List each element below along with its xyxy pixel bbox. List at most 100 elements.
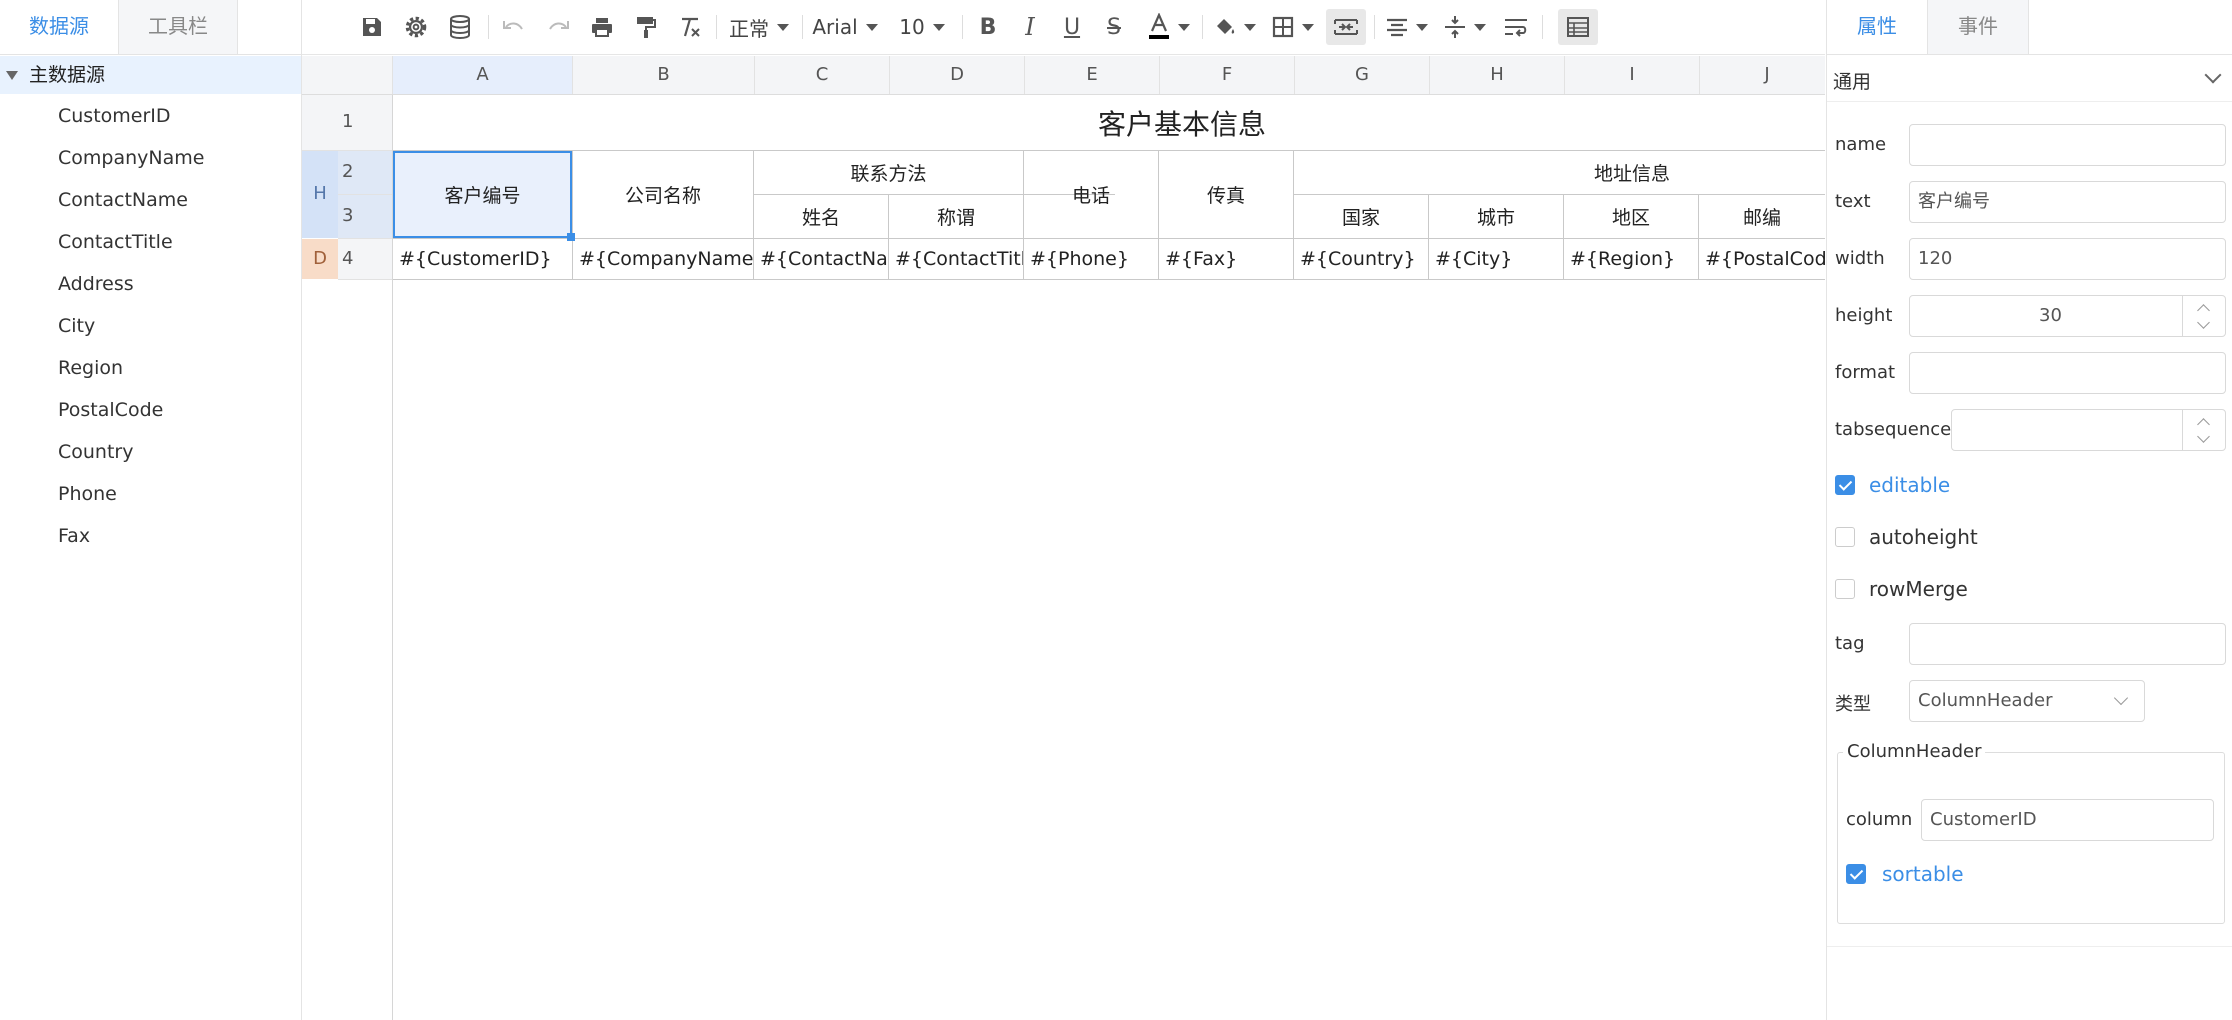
editable-checkbox[interactable] [1835, 475, 1855, 495]
cell-i4[interactable]: #{Region} [1564, 239, 1698, 279]
save-icon[interactable] [354, 9, 390, 45]
cell-j3[interactable]: 邮编 [1699, 195, 1825, 238]
select-all-corner[interactable] [302, 56, 393, 94]
tab-properties[interactable]: 属性 [1827, 0, 1927, 54]
sortable-label[interactable]: sortable [1882, 862, 1964, 886]
font-color-icon[interactable] [1144, 9, 1194, 45]
chevron-up-icon[interactable] [2197, 418, 2210, 431]
stepper-buttons[interactable] [2182, 410, 2225, 450]
chevron-up-icon[interactable] [2197, 304, 2210, 317]
field-item[interactable]: Phone [58, 479, 117, 509]
stepper-buttons[interactable] [2182, 296, 2225, 336]
column-header-b[interactable]: B [573, 56, 755, 94]
rowmerge-label[interactable]: rowMerge [1869, 577, 1968, 601]
detail-band[interactable]: D [302, 239, 338, 279]
tab-events[interactable]: 事件 [1927, 0, 2029, 54]
caret-down-icon[interactable] [6, 71, 18, 80]
size-select[interactable]: 10 [894, 9, 950, 45]
column-header-f[interactable]: F [1160, 56, 1295, 94]
clear-format-icon[interactable] [672, 9, 708, 45]
field-item[interactable]: ContactTitle [58, 227, 173, 257]
column-input[interactable]: CustomerID [1921, 799, 2214, 841]
row-header-1[interactable]: 1 [302, 95, 392, 151]
merge-cells-icon[interactable] [1326, 9, 1366, 45]
name-input[interactable] [1909, 124, 2226, 166]
width-input[interactable]: 120 [1909, 238, 2226, 280]
field-item[interactable]: Fax [58, 521, 90, 551]
field-item[interactable]: Region [58, 353, 123, 383]
field-item[interactable]: CustomerID [58, 101, 171, 131]
cell-g4[interactable]: #{Country} [1294, 239, 1428, 279]
cell-j4[interactable]: #{PostalCode} [1699, 239, 1825, 279]
autoheight-checkbox[interactable] [1835, 527, 1855, 547]
cell-f2[interactable]: 传真 [1159, 151, 1293, 238]
field-item[interactable]: City [58, 311, 95, 341]
row-header-4[interactable]: 4 [338, 239, 392, 280]
print-icon[interactable] [584, 9, 620, 45]
column-header-e[interactable]: E [1025, 56, 1160, 94]
column-header-c[interactable]: C [755, 56, 890, 94]
cell-d4[interactable]: #{ContactTitle} [889, 239, 1023, 279]
format-input[interactable] [1909, 352, 2226, 394]
cell-b4[interactable]: #{CompanyName} [573, 239, 753, 279]
cell-f4[interactable]: #{Fax} [1159, 239, 1293, 279]
cell-i3[interactable]: 地区 [1564, 195, 1698, 238]
border-icon[interactable] [1268, 9, 1318, 45]
cell-e2[interactable]: 电话 [1024, 151, 1158, 238]
strikethrough-icon[interactable]: S [1096, 9, 1132, 45]
spreadsheet-canvas[interactable]: 客户基本信息 客户编号 公司名称 联系方法 电话 传真 地址信息 姓名 称谓 国… [393, 95, 1825, 1020]
settings-icon[interactable] [398, 9, 434, 45]
column-header-g[interactable]: G [1295, 56, 1430, 94]
cell-d3[interactable]: 称谓 [889, 195, 1023, 238]
column-header-i[interactable]: I [1565, 56, 1700, 94]
cell-g3[interactable]: 国家 [1294, 195, 1428, 238]
tab-toolbar[interactable]: 工具栏 [118, 0, 238, 54]
column-header-j[interactable]: J [1700, 56, 1835, 94]
style-select[interactable]: 正常 [724, 9, 794, 45]
italic-icon[interactable]: I [1012, 9, 1048, 45]
underline-icon[interactable]: U [1054, 9, 1090, 45]
rowmerge-checkbox[interactable] [1835, 579, 1855, 599]
row-header-3[interactable]: 3 [338, 195, 392, 239]
type-select[interactable]: ColumnHeader [1909, 680, 2145, 722]
tree-node-main-datasource[interactable]: 主数据源 [0, 56, 301, 94]
font-select[interactable]: Arial [810, 9, 880, 45]
editable-label[interactable]: editable [1869, 473, 1950, 497]
format-painter-icon[interactable] [628, 9, 664, 45]
database-icon[interactable] [442, 9, 478, 45]
cell-a4[interactable]: #{CustomerID} [393, 239, 572, 279]
tab-datasource[interactable]: 数据源 [0, 0, 118, 54]
sortable-checkbox[interactable] [1846, 864, 1866, 884]
field-item[interactable]: Country [58, 437, 133, 467]
chevron-down-icon[interactable] [2197, 316, 2210, 329]
column-header-a[interactable]: A [393, 56, 573, 94]
wrap-text-icon[interactable] [1498, 9, 1534, 45]
vertical-align-icon[interactable] [1440, 9, 1490, 45]
chevron-down-icon[interactable] [2204, 66, 2222, 84]
autoheight-label[interactable]: autoheight [1869, 525, 1978, 549]
cell-h3[interactable]: 城市 [1429, 195, 1563, 238]
tag-input[interactable] [1909, 623, 2226, 665]
chevron-down-icon[interactable] [2197, 430, 2210, 443]
column-header-d[interactable]: D [890, 56, 1025, 94]
table-icon[interactable] [1558, 9, 1598, 45]
undo-icon[interactable] [496, 9, 532, 45]
field-item[interactable]: CompanyName [58, 143, 204, 173]
cell-c3[interactable]: 姓名 [754, 195, 888, 238]
column-header-h[interactable]: H [1430, 56, 1565, 94]
bold-icon[interactable]: B [970, 9, 1006, 45]
report-title-cell[interactable]: 客户基本信息 [393, 95, 1825, 150]
tabsequence-stepper[interactable] [1951, 409, 2226, 451]
cell-e4[interactable]: #{Phone} [1024, 239, 1158, 279]
cell-c4[interactable]: #{ContactName} [754, 239, 888, 279]
cell-c2[interactable]: 联系方法 [754, 151, 1023, 194]
row-header-2[interactable]: 2 [338, 151, 392, 195]
header-band[interactable]: H [302, 151, 338, 238]
field-item[interactable]: ContactName [58, 185, 188, 215]
cell-g2[interactable]: 地址信息 [1294, 151, 1825, 194]
section-general[interactable]: 通用 [1827, 55, 2232, 102]
redo-icon[interactable] [540, 9, 576, 45]
fill-color-icon[interactable] [1210, 9, 1260, 45]
cell-h4[interactable]: #{City} [1429, 239, 1563, 279]
cell-a2-selected[interactable]: 客户编号 [393, 151, 572, 238]
